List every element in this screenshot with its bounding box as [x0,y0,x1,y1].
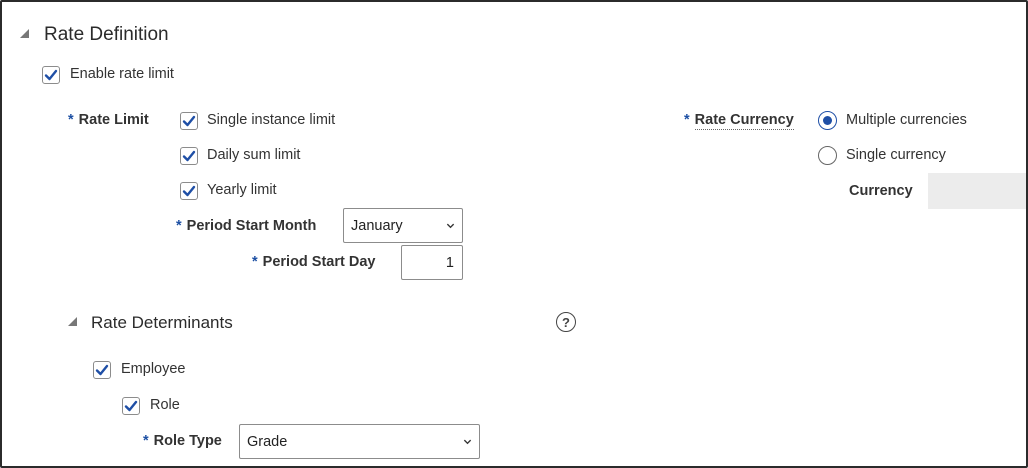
multiple-currencies-radio[interactable] [818,111,837,130]
single-instance-limit-label: Single instance limit [207,112,336,128]
currency-field [928,173,1026,209]
collapse-triangle-icon[interactable] [20,29,29,38]
yearly-limit-label: Yearly limit [207,182,277,198]
rate-currency-label: * Rate Currency [684,112,794,130]
chevron-down-icon [463,439,472,445]
single-currency-radio[interactable] [818,146,837,165]
radio-selected-dot [823,116,832,125]
checkmark-icon [95,364,109,376]
checkmark-icon [182,115,196,127]
enable-rate-limit-checkbox[interactable] [42,66,60,84]
checkmark-icon [124,400,138,412]
required-marker: * [68,112,74,128]
checkmark-icon [182,150,196,162]
question-circle-icon[interactable]: ? [556,312,576,332]
yearly-limit-checkbox[interactable] [180,182,198,200]
period-start-month-value: January [351,217,403,234]
rate-limit-label: * Rate Limit [68,112,149,128]
enable-rate-limit-label: Enable rate limit [70,66,174,82]
currency-label: Currency [849,183,913,199]
checkmark-icon [182,185,196,197]
checkmark-icon [44,69,58,81]
collapse-triangle-icon[interactable] [68,317,77,326]
period-start-day-label: * Period Start Day [252,254,376,270]
subsection-title: Rate Determinants [91,313,233,332]
multiple-currencies-label: Multiple currencies [846,112,967,128]
period-start-day-input[interactable]: 1 [401,245,463,280]
daily-sum-limit-label: Daily sum limit [207,147,301,163]
employee-label: Employee [121,361,186,377]
daily-sum-limit-checkbox[interactable] [180,147,198,165]
employee-checkbox[interactable] [93,361,111,379]
role-type-label: * Role Type [143,433,222,449]
role-type-value: Grade [247,433,288,450]
rate-definition-panel: Rate Definition Enable rate limit * Rate … [0,0,1028,468]
role-checkbox[interactable] [122,397,140,415]
period-start-month-label: * Period Start Month [176,218,317,234]
required-marker: * [176,218,182,234]
single-instance-limit-checkbox[interactable] [180,112,198,130]
required-marker: * [684,112,690,128]
role-type-select[interactable]: Grade [239,424,480,459]
required-marker: * [143,433,149,449]
role-label: Role [150,397,180,413]
period-start-month-select[interactable]: January [343,208,463,243]
single-currency-label: Single currency [846,147,946,163]
required-marker: * [252,254,258,270]
chevron-down-icon [446,223,455,229]
section-title: Rate Definition [44,24,169,45]
